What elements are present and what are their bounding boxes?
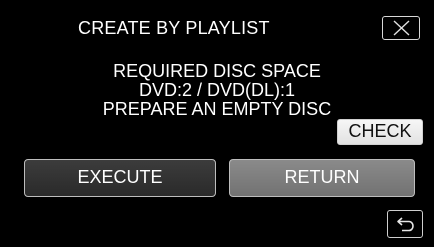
message-line-disc-count: DVD:2 / DVD(DL):1 xyxy=(138,80,296,100)
message-text: REQUIRED DISC SPACE DVD:2 / DVD(DL):1 PR… xyxy=(0,62,434,119)
check-button[interactable]: CHECK xyxy=(337,119,423,145)
close-button[interactable] xyxy=(382,16,420,40)
return-button[interactable]: RETURN xyxy=(229,159,415,197)
close-icon xyxy=(393,20,410,36)
back-arrow-icon xyxy=(397,217,414,232)
back-button[interactable] xyxy=(387,210,423,238)
message-line-prepare: PREPARE AN EMPTY DISC xyxy=(102,99,332,119)
message-line-disc-space: REQUIRED DISC SPACE xyxy=(113,61,321,81)
execute-button[interactable]: EXECUTE xyxy=(24,159,216,197)
dialog-title: CREATE BY PLAYLIST xyxy=(78,18,270,38)
dialog-screen: CREATE BY PLAYLIST REQUIRED DISC SPACE D… xyxy=(0,0,434,247)
